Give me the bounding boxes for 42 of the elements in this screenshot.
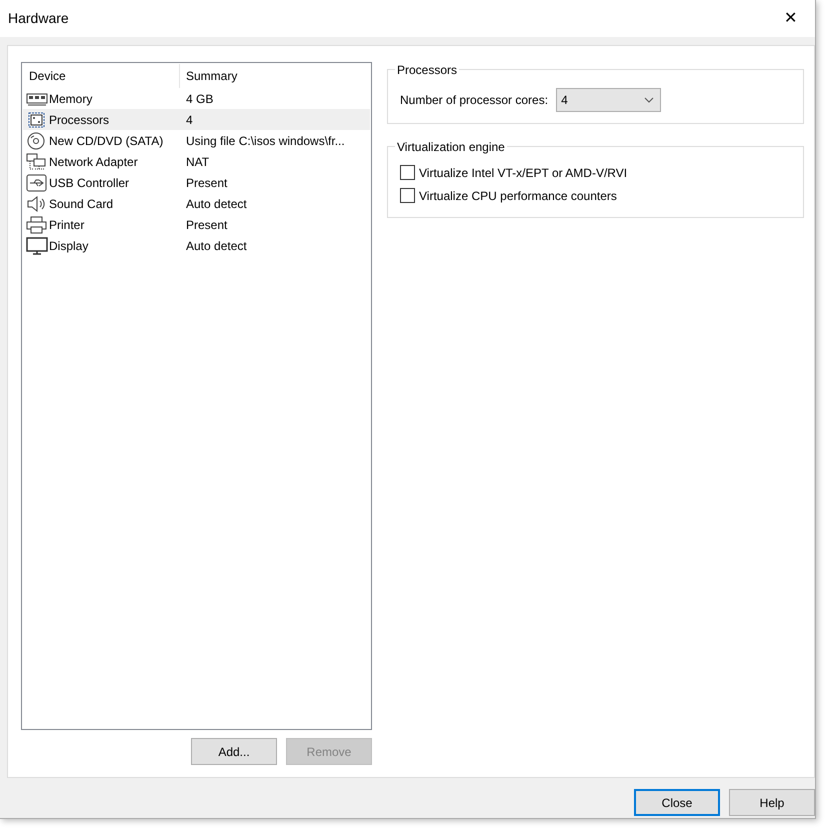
device-summary: 4 GB <box>186 90 214 108</box>
checkbox-label[interactable]: Virtualize CPU performance counters <box>419 186 617 204</box>
cores-dropdown[interactable]: 4 <box>556 88 662 112</box>
cores-label: Number of processor cores: <box>400 92 548 108</box>
checkbox-label[interactable]: Virtualize Intel VT-x/EPT or AMD-V/RVI <box>419 164 628 182</box>
device-name: Processors <box>49 112 110 128</box>
device-name: Memory <box>49 90 92 108</box>
device-row[interactable]: New CD/DVD (SATA) Using file C:\isos windows\fr... <box>23 130 370 151</box>
device-row[interactable]: Sound Card Auto detect <box>23 193 370 214</box>
device-name: New CD/DVD (SATA) <box>49 132 164 150</box>
device-row[interactable]: Printer Present <box>23 214 370 235</box>
chevron-down-icon <box>644 96 654 102</box>
printer-icon <box>26 216 48 234</box>
close-button[interactable]: ✕ <box>778 10 803 26</box>
device-row[interactable]: Memory 4 GB <box>23 88 370 109</box>
add-button[interactable]: Add... <box>191 738 277 765</box>
checkbox[interactable] <box>400 188 415 203</box>
device-name: Display <box>49 238 88 254</box>
device-name: Printer <box>49 216 84 234</box>
device-summary: Auto detect <box>186 196 247 212</box>
device-summary: Present <box>186 216 228 234</box>
monitor-icon <box>26 236 48 254</box>
device-summary: 4 <box>186 112 193 128</box>
device-summary: Using file C:\isos windows\fr... <box>186 132 345 150</box>
usb-icon <box>26 174 48 192</box>
device-row[interactable]: Network Adapter NAT <box>23 151 370 172</box>
device-row[interactable]: Processors 4 <box>23 109 370 130</box>
network-icon <box>26 152 48 170</box>
close-dialog-button[interactable]: Close <box>634 789 720 816</box>
device-row[interactable]: USB Controller Present <box>23 172 370 193</box>
column-header[interactable]: Summary <box>186 69 238 83</box>
device-summary: Present <box>186 174 228 192</box>
column-header[interactable]: Device <box>29 67 66 85</box>
help-button[interactable]: Help <box>729 789 815 816</box>
device-name: Network Adapter <box>49 154 138 170</box>
checkbox[interactable] <box>400 165 415 180</box>
window-title: Hardware <box>8 9 69 28</box>
device-name: USB Controller <box>49 174 130 192</box>
device-summary: Auto detect <box>186 238 247 254</box>
device-row[interactable]: Display Auto detect <box>23 235 370 256</box>
device-name: Sound Card <box>49 196 114 212</box>
device-summary: NAT <box>186 154 210 170</box>
